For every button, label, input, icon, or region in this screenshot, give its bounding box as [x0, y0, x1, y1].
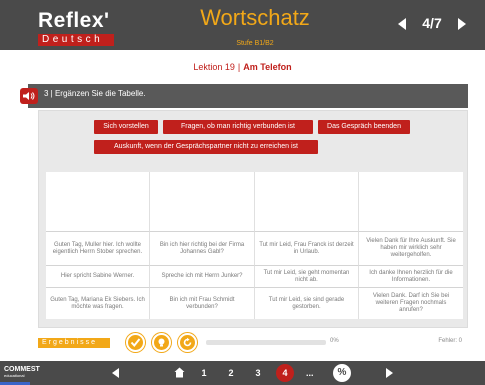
category-chip-unavailable[interactable]: Auskunft, wenn der Gesprächspartner nich…	[94, 140, 318, 154]
speaker-icon	[23, 92, 35, 100]
progress-percent: 0%	[330, 338, 339, 344]
next-page-icon[interactable]	[386, 368, 393, 378]
column-dropzone[interactable]	[359, 172, 463, 232]
home-icon[interactable]	[174, 367, 185, 378]
lesson-separator: |	[237, 62, 241, 72]
publisher-logo: COMMEST educational	[4, 366, 40, 379]
sorting-table: Guten Tag, Muller hier. Ich wollte eigen…	[46, 172, 463, 319]
reset-icon	[183, 337, 192, 347]
page-link-1[interactable]: 1	[197, 366, 211, 380]
navigation-footer: COMMEST educational 1 2 3 4 ... %	[0, 361, 485, 385]
page-link-current[interactable]: 4	[276, 364, 294, 382]
results-button[interactable]: Ergebnisse	[38, 338, 110, 348]
page-title: Wortschatz	[200, 5, 310, 30]
percent-icon: %	[337, 367, 347, 378]
table-cell[interactable]: Hier spricht Sabine Werner.	[46, 266, 150, 288]
lightbulb-icon	[158, 338, 165, 347]
category-chip-check-connection[interactable]: Fragen, ob man richtig verbunden ist	[163, 120, 313, 134]
logo-subtitle: Deutsch	[38, 34, 114, 46]
reset-button[interactable]	[178, 333, 197, 352]
publisher-tagline: educational	[4, 373, 25, 378]
page-link-3[interactable]: 3	[251, 366, 265, 380]
score-button[interactable]: %	[333, 364, 351, 382]
lesson-topic: Am Telefon	[243, 62, 292, 72]
lesson-number: Lektion 19	[193, 62, 235, 72]
category-chip-end-call[interactable]: Das Gespräch beenden	[318, 120, 410, 134]
exercise-panel: Sich vorstellen Fragen, ob man richtig v…	[38, 110, 468, 328]
audio-button[interactable]	[20, 88, 38, 104]
more-pages: ...	[306, 368, 314, 378]
table-cell[interactable]: Vielen Dank. Darf ich Sie bei weiteren F…	[359, 288, 463, 319]
column-dropzone[interactable]	[46, 172, 150, 232]
table-cell[interactable]: Tut mir Leid, sie geht momentan nicht ab…	[255, 266, 359, 288]
column-dropzone[interactable]	[255, 172, 359, 232]
error-count: Fehler: 0	[438, 338, 462, 344]
table-cell[interactable]: Tut mir Leid, Frau Franck ist derzeit in…	[255, 232, 359, 266]
level-label: Stufe B1/B2	[236, 40, 274, 47]
check-icon	[130, 338, 141, 348]
progress-bar	[206, 340, 326, 345]
result-controls: Ergebnisse 0% Fehler: 0	[38, 333, 468, 352]
category-chip-introduce[interactable]: Sich vorstellen	[94, 120, 158, 134]
table-cell[interactable]: Ich danke Ihnen herzlich für die Informa…	[359, 266, 463, 288]
table-cell[interactable]: Guten Tag, Muller hier. Ich wollte eigen…	[46, 232, 150, 266]
table-cell[interactable]: Bin ich mit Frau Schmidt verbunden?	[150, 288, 255, 319]
logo-wordmark: Reflex'	[38, 9, 110, 32]
table-cell[interactable]: Bin ich hier richtig bei der Firma Johan…	[150, 232, 255, 266]
table-cell[interactable]: Spreche ich mit Herrn Junker?	[150, 266, 255, 288]
reflex-logo: Reflex' Deutsch	[38, 9, 114, 49]
column-dropzone[interactable]	[150, 172, 255, 232]
check-button[interactable]	[126, 333, 145, 352]
hint-button[interactable]	[152, 333, 171, 352]
table-cell[interactable]: Guten Tag, Mariana Ek Siebers. Ich möcht…	[46, 288, 150, 319]
table-cell[interactable]: Tut mir Leid, sie sind gerade gestorben.	[255, 288, 359, 319]
exercise-counter: 4/7	[422, 15, 442, 31]
previous-page-icon[interactable]	[112, 368, 119, 378]
page-link-2[interactable]: 2	[224, 366, 238, 380]
next-exercise-icon[interactable]	[458, 18, 466, 30]
app-header: Reflex' Deutsch Wortschatz Stufe B1/B2 4…	[0, 0, 485, 50]
exercise-pager: 4/7	[398, 15, 470, 35]
task-instruction: 3 | Ergänzen Sie die Tabelle.	[44, 89, 146, 98]
lesson-line: Lektion 19 | Am Telefon	[0, 62, 485, 72]
previous-exercise-icon[interactable]	[398, 18, 406, 30]
table-cell[interactable]: Vielen Dank für Ihre Auskunft. Sie haben…	[359, 232, 463, 266]
